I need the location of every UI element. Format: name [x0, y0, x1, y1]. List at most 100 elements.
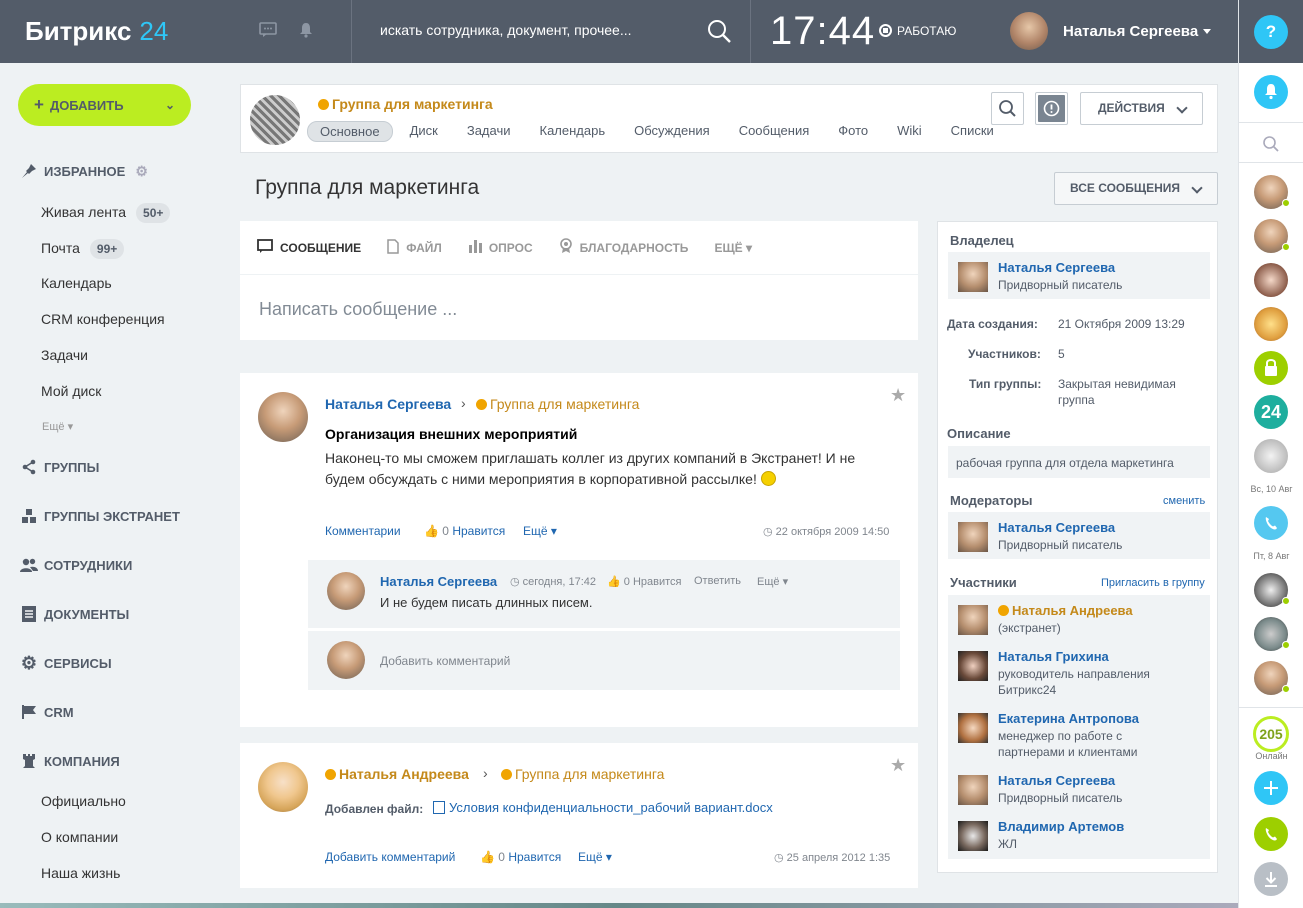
menu-favorites[interactable]: ИЗБРАННОЕ ⚙ [20, 162, 148, 180]
tab-calendar[interactable]: Календарь [528, 121, 618, 142]
menu-crm[interactable]: CRM [20, 703, 74, 721]
post-author[interactable]: Наталья Андреева [325, 766, 469, 782]
user-name[interactable]: Наталья Сергеева [1063, 23, 1198, 40]
change-moderator-link[interactable]: сменить [1163, 495, 1205, 507]
add-icon[interactable] [1254, 771, 1288, 805]
chevron-down-icon[interactable] [1203, 29, 1211, 34]
menu-services[interactable]: ⚙ СЕРВИСЫ [20, 653, 112, 673]
download-icon[interactable] [1254, 862, 1288, 896]
avatar[interactable] [327, 572, 365, 610]
moderator-name[interactable]: Наталья Сергеева [998, 520, 1115, 535]
menu-item-about-company[interactable]: О компании [41, 829, 118, 845]
avatar[interactable] [958, 262, 988, 292]
more-link[interactable]: Ещё ▾ [578, 850, 612, 864]
tab-message[interactable]: СООБЩЕНИЕ [257, 238, 361, 257]
post-group[interactable]: Группа для маркетинга [501, 766, 664, 782]
all-messages-filter[interactable]: ВСЕ СООБЩЕНИЯ [1054, 172, 1218, 205]
menu-item-live-feed[interactable]: Живая лента 50+ [41, 203, 171, 223]
lock-icon[interactable] [1254, 351, 1288, 385]
notifications-button[interactable] [1254, 75, 1288, 109]
member-name[interactable]: Наталья Грихина [998, 649, 1109, 664]
avatar[interactable] [258, 392, 308, 442]
contact-avatar[interactable] [1254, 263, 1288, 297]
group-name[interactable]: Группа для маркетинга [318, 96, 493, 112]
avatar[interactable] [958, 522, 988, 552]
post-author[interactable]: Наталья Сергеева [325, 396, 451, 412]
tab-main[interactable]: Основное [307, 121, 393, 142]
owner-name[interactable]: Наталья Сергеева [998, 260, 1115, 275]
add-button[interactable]: + ДОБАВИТЬ ⌄ [18, 84, 191, 126]
menu-item-official[interactable]: Официально [41, 793, 126, 809]
contact-avatar[interactable] [1254, 439, 1288, 473]
menu-item-mail[interactable]: Почта 99+ [41, 239, 125, 259]
comment-author[interactable]: Наталья Сергеева [380, 574, 497, 589]
avatar[interactable] [958, 605, 988, 635]
bell-icon[interactable] [298, 22, 316, 40]
menu-item-tasks[interactable]: Задачи [41, 347, 88, 363]
star-icon[interactable]: ★ [890, 755, 906, 776]
star-icon[interactable]: ★ [890, 385, 906, 406]
search-input[interactable]: искать сотрудника, документ, прочее... [380, 22, 632, 38]
reply-link[interactable]: Ответить [694, 575, 741, 587]
tab-messages[interactable]: Сообщения [727, 121, 822, 142]
search-icon[interactable] [706, 18, 732, 44]
tab-tasks[interactable]: Задачи [455, 121, 523, 142]
comments-link[interactable]: Комментарии [325, 524, 401, 538]
member-name[interactable]: Наталья Сергеева [998, 773, 1115, 788]
tab-discussions[interactable]: Обсуждения [622, 121, 722, 142]
avatar[interactable] [258, 762, 308, 812]
tab-disk[interactable]: Диск [398, 121, 450, 142]
avatar[interactable] [327, 641, 365, 679]
menu-employees[interactable]: СОТРУДНИКИ [20, 556, 132, 574]
contact-avatar[interactable] [1254, 307, 1288, 341]
menu-company[interactable]: КОМПАНИЯ [20, 752, 120, 770]
add-comment-input[interactable]: Добавить комментарий [380, 654, 510, 668]
b24-icon[interactable]: 24 [1254, 395, 1288, 429]
avatar[interactable] [958, 713, 988, 743]
member-name[interactable]: Екатерина Антропова [998, 711, 1139, 726]
tab-more[interactable]: ЕЩЁ ▾ [714, 238, 752, 257]
work-status-button[interactable]: РАБОТАЮ [879, 24, 956, 38]
phone-icon[interactable] [1254, 506, 1288, 540]
avatar[interactable] [958, 821, 988, 851]
tab-thanks[interactable]: БЛАГОДАРНОСТЬ [559, 238, 688, 257]
add-comment-link[interactable]: Добавить комментарий [325, 850, 455, 864]
menu-item-our-life[interactable]: Наша жизнь [41, 865, 120, 881]
menu-item-my-drive[interactable]: Мой диск [41, 383, 101, 399]
tab-wiki[interactable]: Wiki [885, 121, 934, 142]
avatar[interactable] [1010, 12, 1048, 50]
online-counter[interactable]: 205 [1253, 716, 1289, 752]
actions-button[interactable]: ДЕЙСТВИЯ [1080, 92, 1203, 125]
tab-file[interactable]: ФАЙЛ [387, 238, 442, 257]
post-group[interactable]: Группа для маркетинга [476, 396, 639, 412]
search-icon[interactable] [1262, 135, 1280, 156]
help-button[interactable]: ? [1254, 15, 1288, 49]
message-input[interactable]: Написать сообщение ... [259, 299, 457, 320]
alert-button[interactable] [1035, 92, 1068, 125]
group-search-button[interactable] [991, 92, 1024, 125]
invite-link[interactable]: Пригласить в группу [1101, 577, 1205, 589]
logo[interactable]: Битрикс 24 [25, 16, 168, 47]
like-button[interactable]: 👍 0 Нравится [424, 524, 505, 538]
menu-groups[interactable]: ГРУППЫ [20, 458, 99, 476]
avatar[interactable] [958, 775, 988, 805]
like-button[interactable]: 👍 0 Нравится [480, 850, 561, 864]
menu-item-calendar[interactable]: Календарь [41, 275, 112, 291]
member-name[interactable]: Наталья Андреева [998, 603, 1133, 618]
call-icon[interactable] [1254, 817, 1288, 851]
chat-icon[interactable] [259, 22, 277, 40]
menu-item-crm-conference[interactable]: CRM конференция [41, 311, 165, 327]
tab-poll[interactable]: ОПРОС [468, 238, 533, 257]
menu-documents[interactable]: ДОКУМЕНТЫ [20, 605, 129, 623]
group-avatar[interactable] [250, 95, 300, 145]
menu-extranet-groups[interactable]: ГРУППЫ ЭКСТРАНЕТ [20, 507, 180, 525]
gear-icon[interactable]: ⚙ [135, 163, 148, 180]
avatar[interactable] [958, 651, 988, 681]
attached-file-link[interactable]: Условия конфиденциальности_рабочий вариа… [433, 800, 773, 815]
like-button[interactable]: 👍 0 Нравится [607, 575, 682, 588]
more-link[interactable]: Ещё ▾ [523, 524, 557, 538]
menu-more[interactable]: Ещё ▾ [42, 420, 73, 433]
member-name[interactable]: Владимир Артемов [998, 819, 1124, 834]
tab-photo[interactable]: Фото [826, 121, 880, 142]
more-link[interactable]: Ещё ▾ [757, 575, 788, 588]
